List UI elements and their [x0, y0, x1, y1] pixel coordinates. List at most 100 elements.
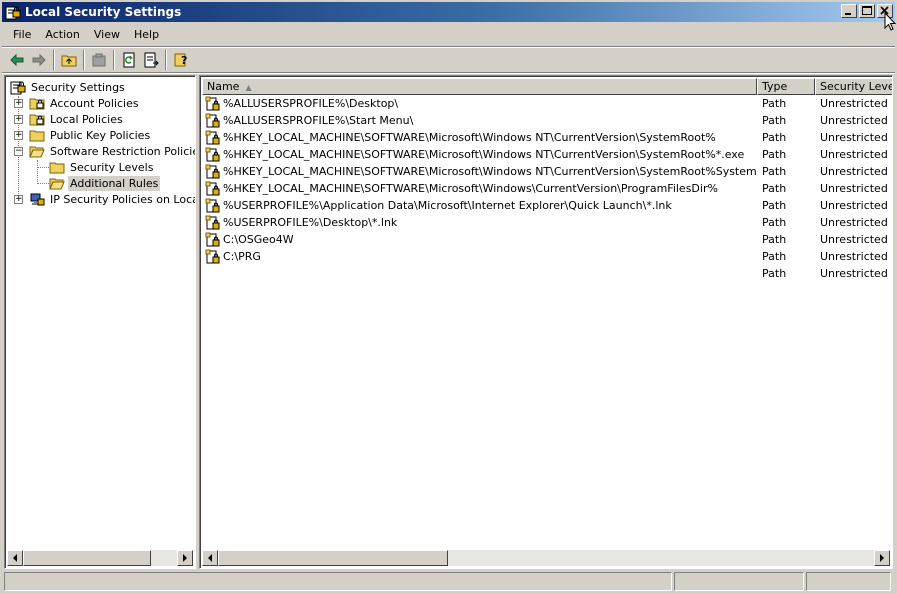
tree-root-security-settings[interactable]: Security Settings — [10, 79, 127, 95]
scrollbar-thumb[interactable] — [218, 550, 448, 566]
tree-horizontal-scrollbar[interactable] — [7, 550, 193, 566]
rules-list: %ALLUSERSPROFILE%\Desktop\ Path Unrestrict… — [202, 95, 890, 549]
column-header-name[interactable]: Name ▲ — [202, 78, 757, 95]
open-folder-icon — [49, 175, 65, 191]
list-item[interactable]: %USERPROFILE%\Desktop\*.lnk Path Unrestric… — [202, 214, 890, 231]
cell-type: Path — [762, 216, 787, 229]
security-settings-icon — [10, 79, 26, 95]
help-button[interactable]: ? — [170, 49, 192, 71]
rule-path-text: %ALLUSERSPROFILE%\Desktop\ — [223, 97, 399, 110]
up-folder-icon — [61, 55, 77, 67]
export-list-icon — [144, 52, 159, 68]
list-horizontal-scrollbar[interactable] — [202, 550, 890, 566]
arrow-right-icon — [880, 554, 884, 562]
list-item[interactable]: %HKEY_LOCAL_MACHINE\SOFTWARE\Microsoft\W… — [202, 146, 890, 163]
tree-label: Account Policies — [50, 96, 139, 110]
path-rule-icon — [205, 215, 221, 231]
expand-account-policies[interactable]: + — [14, 99, 23, 108]
menu-view[interactable]: View — [87, 26, 127, 44]
menu-help[interactable]: Help — [127, 26, 166, 44]
tree-item-software-restriction-policies[interactable]: Software Restriction Policies — [29, 143, 195, 159]
security-settings-icon — [5, 4, 21, 20]
policy-folder-icon — [29, 111, 45, 127]
tree-guide-line — [37, 160, 38, 184]
status-bar — [4, 572, 893, 591]
scroll-left-button[interactable] — [7, 550, 23, 566]
cell-type: Path — [762, 250, 787, 263]
rule-path-text: C:\OSGeo4W — [223, 233, 294, 246]
cell-name: %ALLUSERSPROFILE%\Start Menu\ — [202, 113, 757, 129]
cell-name: %USERPROFILE%\Desktop\*.lnk — [202, 215, 757, 231]
console-tree-pane[interactable]: Security Settings + Account Policies + L… — [4, 75, 196, 569]
up-one-level-button[interactable] — [58, 49, 80, 71]
cell-security-level: Unrestricted — [820, 131, 888, 144]
scroll-right-button[interactable] — [874, 550, 890, 566]
status-panel-main — [4, 572, 672, 591]
help-icon: ? — [174, 53, 187, 67]
cell-name: %HKEY_LOCAL_MACHINE\SOFTWARE\Microsoft\W… — [202, 181, 757, 197]
status-panel-secondary — [674, 572, 804, 591]
cell-type: Path — [762, 233, 787, 246]
expand-ip-security-policies[interactable]: + — [14, 195, 23, 204]
rule-path-text: %USERPROFILE%\Application Data\Microsoft… — [223, 199, 672, 212]
menu-action[interactable]: Action — [38, 26, 86, 44]
tree-item-ip-security-policies[interactable]: IP Security Policies on Local Computer — [29, 191, 195, 207]
cell-name: %HKEY_LOCAL_MACHINE\SOFTWARE\Microsoft\W… — [202, 164, 757, 180]
scrollbar-thumb[interactable] — [23, 550, 151, 566]
arrow-left-icon — [208, 554, 212, 562]
rule-path-text: %HKEY_LOCAL_MACHINE\SOFTWARE\Microsoft\W… — [223, 131, 716, 144]
tree-label: Security Levels — [70, 160, 154, 174]
tree-label: Public Key Policies — [50, 128, 151, 142]
scroll-left-button[interactable] — [202, 550, 218, 566]
details-pane[interactable]: Name ▲ Type Security Level %ALLUSERSPROFI… — [199, 75, 893, 569]
expand-public-key-policies[interactable]: + — [14, 131, 23, 140]
column-header-security-level[interactable]: Security Level — [815, 78, 893, 95]
list-item[interactable]: %HKEY_LOCAL_MACHINE\SOFTWARE\Microsoft\W… — [202, 163, 890, 180]
tree-item-security-levels[interactable]: Security Levels — [49, 159, 155, 175]
menu-file[interactable]: File — [6, 26, 38, 44]
list-item[interactable]: %USERPROFILE%\Application Data\Microsoft… — [202, 197, 890, 214]
cell-name: %USERPROFILE%\Application Data\Microsoft… — [202, 198, 757, 214]
collapse-software-restriction-policies[interactable]: − — [14, 147, 23, 156]
list-item[interactable]: %ALLUSERSPROFILE%\Desktop\ Path Unrestrict… — [202, 95, 890, 112]
cell-name: %HKEY_LOCAL_MACHINE\SOFTWARE\Microsoft\W… — [202, 147, 757, 163]
toolbar: ? — [2, 48, 895, 72]
expand-local-policies[interactable]: + — [14, 115, 23, 124]
minimize-button[interactable] — [841, 4, 857, 18]
maximize-button[interactable] — [859, 4, 875, 18]
column-label: Type — [762, 80, 788, 93]
title-bar[interactable]: Local Security Settings — [2, 2, 895, 22]
cell-name: %HKEY_LOCAL_MACHINE\SOFTWARE\Microsoft\W… — [202, 130, 757, 146]
list-item[interactable]: %ALLUSERSPROFILE%\Start Menu\ Path Unrestr… — [202, 112, 890, 129]
list-item[interactable]: C:\OSGeo4W Path Unrestricted — [202, 231, 890, 248]
cell-security-level: Unrestricted — [820, 216, 888, 229]
tree-label: Additional Rules — [68, 175, 161, 191]
tree-item-account-policies[interactable]: Account Policies — [29, 95, 141, 111]
ip-security-icon — [29, 191, 45, 207]
rule-path-text: %HKEY_LOCAL_MACHINE\SOFTWARE\Microsoft\W… — [223, 165, 757, 178]
column-label: Security Level — [820, 80, 893, 93]
scroll-right-button[interactable] — [177, 550, 193, 566]
tree-item-public-key-policies[interactable]: Public Key Policies — [29, 127, 152, 143]
tree-label: Local Policies — [50, 112, 123, 126]
delete-button[interactable] — [88, 49, 110, 71]
mouse-cursor-icon — [884, 12, 896, 31]
maximize-icon — [862, 6, 872, 15]
rule-path-text: %ALLUSERSPROFILE%\Start Menu\ — [223, 114, 414, 127]
cell-security-level: Unrestricted — [820, 233, 888, 246]
cell-type: Path — [762, 182, 787, 195]
refresh-button[interactable] — [118, 49, 140, 71]
forward-arrow-icon — [32, 53, 46, 67]
export-list-button[interactable] — [140, 49, 162, 71]
cell-type: Path — [762, 267, 787, 280]
list-item[interactable]: Path Unrestricted — [202, 265, 890, 282]
cell-type: Path — [762, 114, 787, 127]
column-header-type[interactable]: Type — [757, 78, 815, 95]
tree-item-local-policies[interactable]: Local Policies — [29, 111, 125, 127]
tree-item-additional-rules[interactable]: Additional Rules — [49, 175, 161, 191]
list-item[interactable]: C:\PRG Path Unrestricted — [202, 248, 890, 265]
list-item[interactable]: %HKEY_LOCAL_MACHINE\SOFTWARE\Microsoft\W… — [202, 129, 890, 146]
back-button[interactable] — [6, 49, 28, 71]
list-item[interactable]: %HKEY_LOCAL_MACHINE\SOFTWARE\Microsoft\W… — [202, 180, 890, 197]
forward-button[interactable] — [28, 49, 50, 71]
